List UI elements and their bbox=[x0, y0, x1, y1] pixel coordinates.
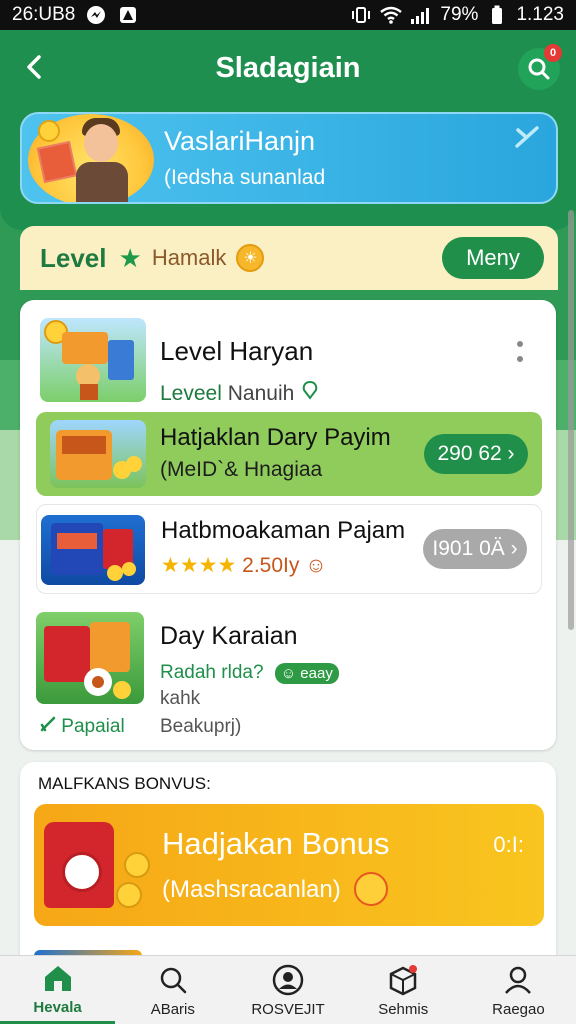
banner-subtitle: (Iedsha sunanlad bbox=[164, 166, 326, 189]
bonus-title: Hadjakan Bonus bbox=[162, 826, 390, 861]
promo-banner[interactable]: VaslariHanjn (Iedsha sunanlad bbox=[20, 112, 558, 204]
nav-item-search[interactable]: ABaris bbox=[115, 956, 230, 1024]
profile-icon bbox=[501, 963, 535, 997]
item-detail: Beakuprj) bbox=[160, 716, 242, 737]
level-name: Hamalk bbox=[151, 245, 227, 270]
price-button[interactable]: 290 62 › bbox=[424, 434, 528, 474]
nav-label: Sehmis bbox=[378, 1000, 429, 1018]
item-detail: Radah rlda? bbox=[160, 662, 264, 683]
list-item[interactable]: Level Haryan Leveel Nanuih bbox=[36, 314, 542, 410]
nav-item-box[interactable]: Sehmis bbox=[346, 956, 461, 1024]
list-item[interactable]: Hatjaklan Dary Payim (MeID`& Hnagiaa 290… bbox=[36, 412, 542, 496]
item-subtitle: Leveel Nanuih bbox=[160, 380, 320, 406]
item-subtitle: (MeID`& Hnagiaa bbox=[160, 458, 323, 481]
bonus-illustration bbox=[40, 812, 152, 920]
star-icon: ★ bbox=[118, 242, 142, 273]
notification-badge: 0 bbox=[544, 44, 562, 62]
scrollbar[interactable] bbox=[568, 210, 574, 630]
notification-app-icon bbox=[117, 5, 139, 25]
item-title: Day Karaian bbox=[160, 622, 298, 650]
nav-label: ABaris bbox=[150, 1000, 195, 1018]
page-title: Sladagiain bbox=[215, 52, 361, 84]
list-item[interactable]: Day Karaian Radah rlda? ☺ eaay kahk Papa… bbox=[36, 606, 542, 738]
nav-item-social[interactable]: ROSVEJIT bbox=[230, 956, 345, 1024]
status-time: 26:UB8 bbox=[12, 4, 76, 25]
action-label: Papaial bbox=[61, 716, 125, 737]
smile-icon: ☺ bbox=[305, 554, 327, 577]
banner-title: VaslariHanjn bbox=[164, 126, 316, 156]
price-button[interactable]: I901 0Ä › bbox=[423, 529, 527, 569]
emoji-icon bbox=[354, 872, 388, 906]
offer-thumbnail bbox=[41, 515, 145, 585]
banner-illustration bbox=[28, 114, 154, 202]
item-title: Hatjaklan Dary Payim bbox=[160, 424, 391, 451]
rating-stars: ★★★★ bbox=[161, 554, 237, 577]
nav-item-home[interactable]: Hevala bbox=[0, 956, 116, 1024]
bonus-subtitle: (Mashsracanlan) bbox=[162, 876, 341, 903]
wifi-icon bbox=[380, 5, 403, 25]
item-title: Hatbmoakaman Pajam bbox=[161, 517, 406, 544]
item-tag: ☺ eaay bbox=[274, 663, 339, 684]
offer-thumbnail bbox=[50, 420, 146, 488]
offer-thumbnail bbox=[40, 318, 146, 402]
check-icon[interactable] bbox=[512, 122, 542, 160]
item-action-link[interactable]: Papaial bbox=[40, 716, 125, 738]
box-icon bbox=[386, 963, 420, 997]
bonus-timer: 0:I: bbox=[493, 832, 524, 857]
search-icon bbox=[156, 963, 190, 997]
item-detail: kahk bbox=[160, 688, 201, 709]
battery-percent: 79% bbox=[440, 4, 479, 25]
level-label: Level bbox=[40, 242, 107, 273]
more-options-icon[interactable] bbox=[508, 336, 532, 366]
price-label: I901 0Ä bbox=[432, 537, 505, 560]
clock-time: 1.123 bbox=[516, 4, 564, 25]
search-button[interactable]: 0 bbox=[518, 44, 562, 90]
nav-label: Hevala bbox=[33, 999, 82, 1016]
bonus-tile[interactable]: Hadjakan Bonus (Mashsracanlan) 0:I: bbox=[34, 804, 544, 926]
bottom-navigation: Hevala ABaris ROSVEJIT Sehmis Raegao bbox=[0, 955, 576, 1024]
item-rating-value: 2.50Iy bbox=[242, 554, 300, 577]
coin-icon: ☀ bbox=[236, 244, 265, 272]
nav-label: ROSVEJIT bbox=[251, 1000, 325, 1018]
item-subtitle: ★★★★ 2.50Iy ☺ bbox=[161, 553, 327, 578]
location-icon bbox=[302, 380, 318, 400]
messenger-icon bbox=[85, 5, 107, 25]
nav-label: Raegao bbox=[492, 1000, 545, 1018]
item-title: Level Haryan bbox=[160, 336, 314, 366]
app-header: Sladagiain 0 VaslariHanjn (Iedsha sunanl… bbox=[0, 30, 576, 230]
level-bar: Level ★ Hamalk ☀ Meny bbox=[20, 226, 558, 290]
item-level: Leveel bbox=[160, 382, 222, 405]
offer-thumbnail bbox=[36, 612, 144, 704]
battery-icon bbox=[486, 5, 508, 25]
item-detail: Nanuih bbox=[227, 382, 295, 405]
menu-button[interactable]: Meny bbox=[442, 237, 544, 279]
offers-list: Level Haryan Leveel Nanuih Hatjaklan Dar… bbox=[20, 300, 556, 750]
item-subtitle: Radah rlda? ☺ eaay bbox=[160, 662, 339, 684]
vibrate-icon bbox=[350, 5, 372, 25]
tag-label: eaay bbox=[300, 665, 333, 682]
check-icon bbox=[40, 716, 56, 732]
home-icon bbox=[41, 961, 75, 995]
status-bar: 26:UB8 79% 1.123 bbox=[0, 0, 576, 30]
list-item[interactable]: Hatbmoakaman Pajam ★★★★ 2.50Iy ☺ I901 0Ä… bbox=[36, 504, 542, 594]
section-heading: MALFKANS BONVUS: bbox=[38, 774, 211, 793]
nav-item-profile[interactable]: Raegao bbox=[461, 956, 576, 1024]
social-icon bbox=[271, 963, 305, 997]
price-label: 290 62 bbox=[437, 442, 502, 465]
signal-icon bbox=[410, 5, 432, 25]
